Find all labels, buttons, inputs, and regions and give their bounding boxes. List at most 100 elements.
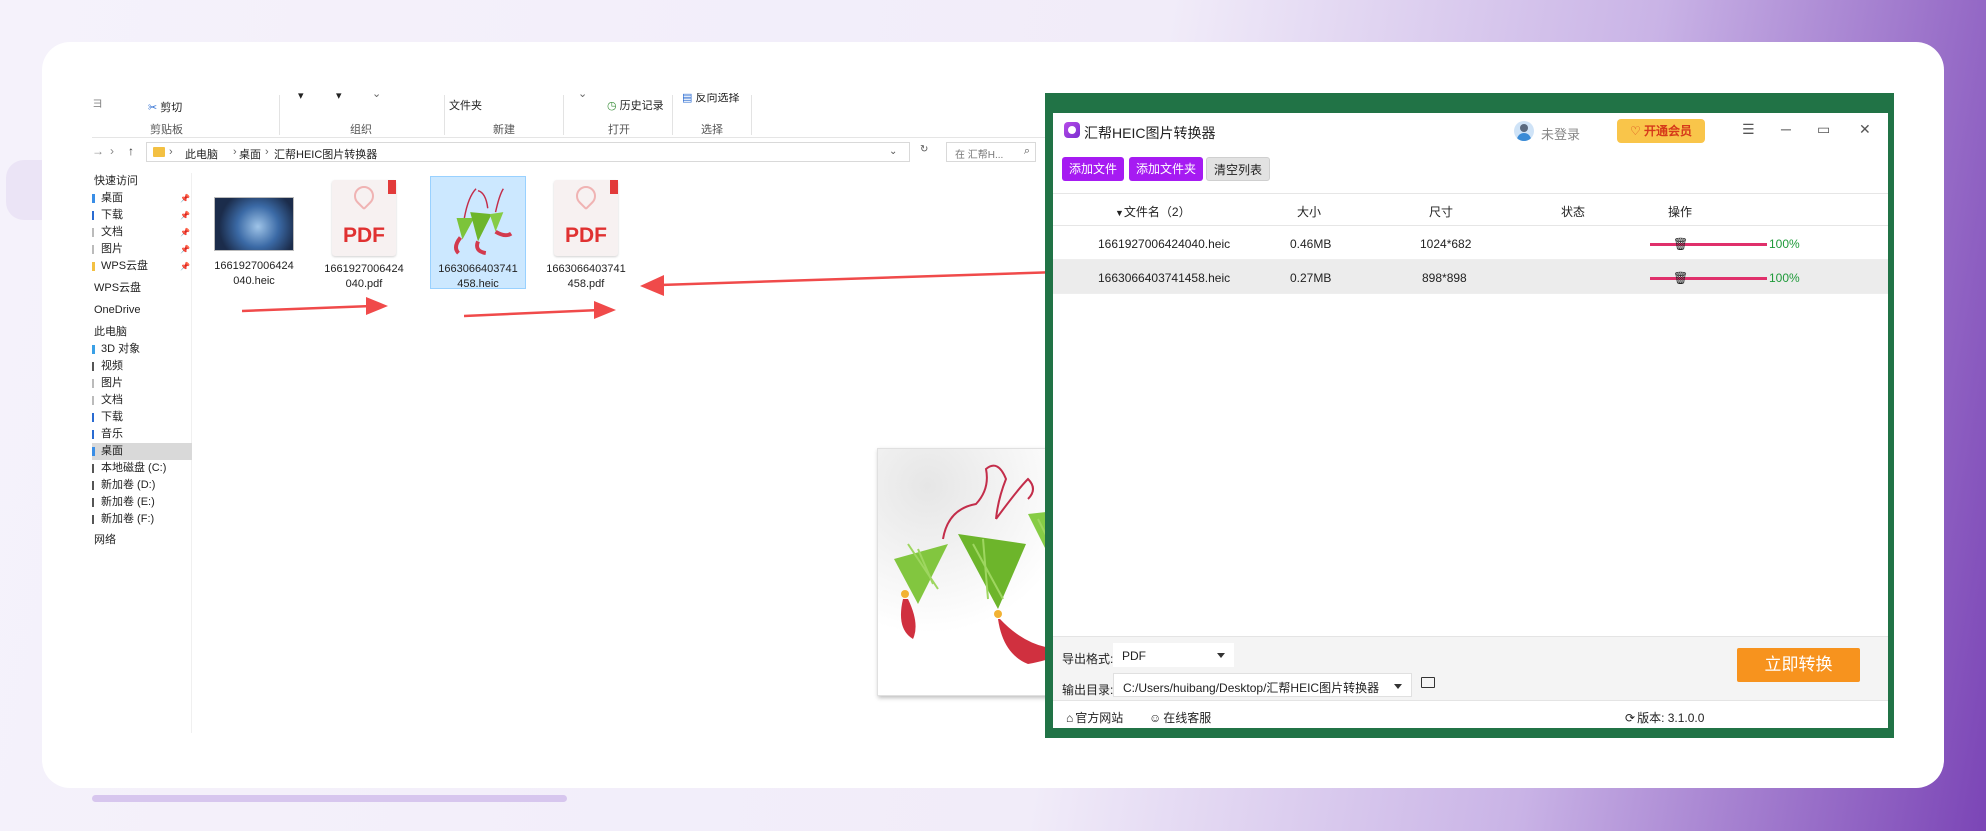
vip-button[interactable]: ♡ 开通会员 [1617,119,1705,143]
sidebar-item-pictures[interactable]: 图片 📌 [92,241,192,258]
sidebar-item-label: 图片 [101,243,123,255]
sidebar-item-label: 新加卷 (E:) [101,496,155,508]
file-name-cell: 1663066403741458.heic [1098,271,1231,285]
search-input[interactable]: 在 汇帮H... ⌕ [946,142,1036,162]
clear-list-button[interactable]: 清空列表 [1206,157,1271,181]
breadcrumb-desktop[interactable]: 桌面 [239,146,261,162]
file-item-heic-2[interactable]: 1663066403741 458.heic [430,176,526,290]
pin-icon[interactable]: 📌 [180,258,190,275]
sidebar-item-3d-objects[interactable]: 3D 对象 [92,341,192,358]
export-format-select[interactable]: PDF [1113,643,1234,667]
file-explorer-window: ヨ ✂ 剪切 剪贴板 ▾ ▾ ⌄ 组织 文件夹 新建 ⌄ ◷ 历史记录 打开 ▤… [92,93,1045,737]
sidebar-item-quick-access[interactable]: 快速访问 [92,173,192,190]
table-row[interactable]: 1663066403741458.heic 0.27MB 898*898 100… [1053,260,1888,294]
sidebar-item-this-pc[interactable]: 此电脑 [92,324,192,341]
history-button[interactable]: ◷ 历史记录 [607,97,664,113]
open-folder-icon[interactable] [1421,677,1435,688]
output-dir-value: C:/Users/huibang/Desktop/汇帮HEIC图片转换器 [1123,681,1380,695]
folder-icon [153,147,165,157]
official-website-link[interactable]: ⌂ 官方网站 [1066,709,1123,726]
cube-icon [92,345,95,354]
delete-dropdown[interactable]: ⌄ [372,93,381,100]
online-service-link[interactable]: ☺ 在线客服 [1149,709,1211,726]
breadcrumb-current-folder[interactable]: 汇帮HEIC图片转换器 [274,146,377,162]
sidebar-item-documents-pc[interactable]: 文档 [92,392,192,409]
app-logo-icon [1064,122,1080,138]
table-row[interactable]: 1661927006424040.heic 0.46MB 1024*682 10… [1053,226,1888,260]
sidebar-item-documents[interactable]: 文档 📌 [92,224,192,241]
sidebar-item-drive-c[interactable]: 本地磁盘 (C:) [92,460,192,477]
cut-button[interactable]: ✂ 剪切 [148,99,182,115]
properties-dropdown[interactable]: ⌄ [578,93,587,100]
sidebar-item-videos[interactable]: 视频 [92,358,192,375]
sidebar-item-music[interactable]: 音乐 [92,426,192,443]
pin-icon[interactable]: 📌 [180,224,190,241]
home-icon: ⌂ [1066,711,1074,725]
dimension-cell: 1024*682 [1420,237,1472,251]
pin-icon[interactable]: 📌 [180,190,190,207]
chevron-down-icon[interactable]: ⌄ [889,146,897,157]
output-dir-select[interactable]: C:/Users/huibang/Desktop/汇帮HEIC图片转换器 [1113,673,1412,697]
menu-icon[interactable]: ☰ [1742,121,1755,138]
breadcrumb-this-pc[interactable]: 此电脑 [185,146,218,162]
refresh-icon[interactable]: ↻ [920,144,928,155]
drive-icon [92,481,94,490]
sidebar-item-downloads[interactable]: 下载 📌 [92,207,192,224]
pin-icon[interactable]: 📌 [180,207,190,224]
move-to-button[interactable]: ▾ [298,93,304,102]
copy-to-button[interactable]: ▾ [336,93,342,102]
close-icon[interactable]: ✕ [1859,121,1871,138]
column-header-name[interactable]: ▼文件名（2） [1115,203,1191,220]
invert-selection-button[interactable]: ▤ 反向选择 [682,93,739,105]
sidebar-item-drive-d[interactable]: 新加卷 (D:) [92,477,192,494]
annotation-arrow-right [242,297,388,315]
page-scrollbar[interactable] [92,795,567,802]
sidebar-item-label: 图片 [101,377,123,389]
address-bar[interactable]: › 此电脑 › 桌面 › 汇帮HEIC图片转换器 ⌄ [146,142,910,162]
sidebar-item-label: 视频 [101,360,123,372]
file-item-pdf-2[interactable]: PDF 1663066403741 458.pdf [538,178,634,292]
video-icon [92,362,94,371]
sidebar-item-network[interactable]: 网络 [92,532,192,549]
sidebar-item-downloads-pc[interactable]: 下载 [92,409,192,426]
login-link[interactable]: 未登录 [1541,124,1580,143]
sidebar-item-pictures-pc[interactable]: 图片 [92,375,192,392]
add-folder-button[interactable]: 添加文件夹 [1129,157,1204,181]
minimize-icon[interactable]: ─ [1781,121,1791,137]
breadcrumb-separator: › [169,146,173,158]
trash-icon[interactable]: 🗑 [1673,237,1688,251]
chevron-down-icon [1217,653,1225,658]
sidebar-item-wps-cloud-root[interactable]: WPS云盘 [92,280,192,297]
zongzi-preview-image [877,448,1045,696]
add-file-button[interactable]: 添加文件 [1062,157,1125,181]
sidebar-item-desktop-pc[interactable]: 桌面 [92,443,192,460]
diamond-icon: ♡ [1629,124,1641,138]
file-item-pdf-1[interactable]: PDF 1661927006424 040.pdf [316,178,412,292]
sidebar-item-drive-e[interactable]: 新加卷 (E:) [92,494,192,511]
sidebar-item-desktop[interactable]: 桌面 📌 [92,190,192,207]
trash-icon[interactable]: 🗑 [1673,271,1688,285]
sidebar-item-drive-f[interactable]: 新加卷 (F:) [92,511,192,528]
history-icon: ◷ [607,100,617,112]
up-arrow-icon[interactable]: ↑ [128,144,134,158]
avatar[interactable] [1514,121,1534,141]
back-arrow-icon[interactable]: → [92,144,104,158]
forward-chevron-icon[interactable]: › [110,144,114,158]
ribbon-group-clipboard: 剪贴板 [150,124,183,136]
cut-label: 剪切 [160,102,183,114]
sidebar-item-label: 快速访问 [94,175,138,187]
zongzi-illustration [878,449,1045,695]
sidebar-item-wps-cloud[interactable]: WPS云盘 📌 [92,258,192,275]
sidebar-item-onedrive[interactable]: OneDrive [92,302,192,319]
sidebar-item-label: 此电脑 [94,326,127,338]
picture-icon [92,379,94,388]
settings-panel: 导出格式: PDF 输出目录: C:/Users/huibang/Desktop… [1053,636,1888,728]
pin-icon[interactable]: 📌 [180,241,190,258]
file-item-heic-1[interactable]: 1661927006424 040.heic [206,175,302,289]
ribbon-group-open: 打开 [608,124,630,136]
ribbon-group-organize: 组织 [350,124,372,136]
convert-now-button[interactable]: 立即转换 [1737,648,1860,682]
new-folder-button[interactable]: 文件夹 [449,97,482,113]
column-header-status: 状态 [1561,205,1586,219]
maximize-icon[interactable]: ▭ [1817,121,1830,138]
